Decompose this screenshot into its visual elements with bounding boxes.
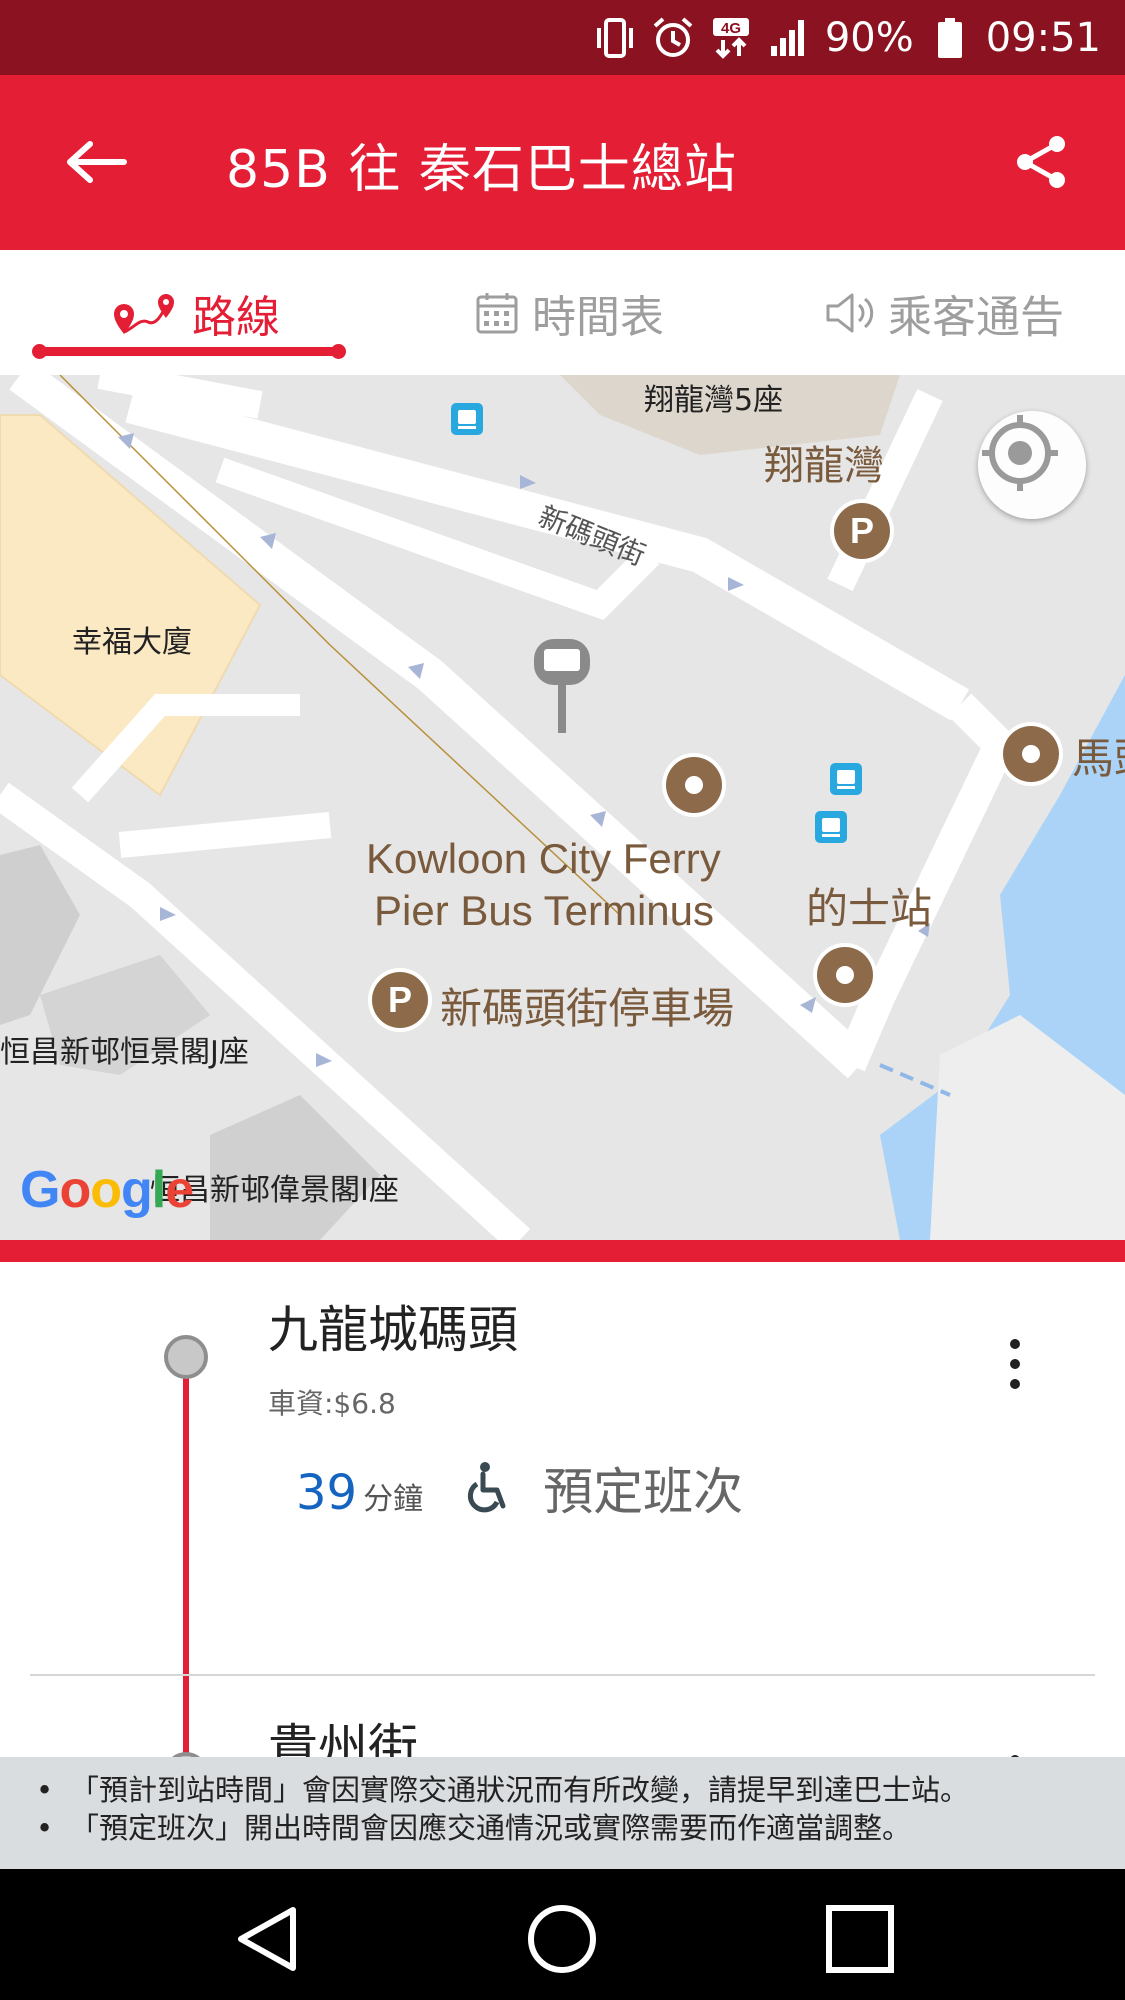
back-button[interactable]: [56, 127, 136, 197]
circle-home-icon: [528, 1905, 596, 1973]
nav-recents-button[interactable]: [820, 1899, 900, 1979]
more-dot-icon: [1010, 1379, 1020, 1389]
battery-icon: [928, 16, 972, 60]
my-location-button[interactable]: [978, 411, 1086, 519]
tab-notices-label: 乘客通告: [888, 291, 1064, 343]
google-logo: Google: [20, 1161, 194, 1219]
notice-line: • 「預計到站時間」會因實際交通狀況而有所改變，請提早到達巴士站。: [36, 1771, 1125, 1809]
bus-station-icon-3[interactable]: [815, 811, 847, 843]
route-timeline: [183, 1357, 189, 1757]
tab-indicator: [32, 344, 346, 359]
calendar-icon: [476, 292, 518, 333]
notice-bullet: •: [36, 1773, 54, 1807]
notice-line: • 「預定班次」開出時間會因應交通情況或實際需要而作適當調整。: [36, 1809, 1125, 1847]
square-recents-icon: [826, 1905, 894, 1973]
eta-minutes: 39: [296, 1465, 358, 1521]
more-dot-icon: [1010, 1359, 1020, 1369]
triangle-back-icon: [238, 1907, 296, 1971]
nav-home-button[interactable]: [522, 1899, 602, 1979]
speaker-icon: [826, 293, 874, 332]
tab-timetable[interactable]: 時間表: [474, 250, 664, 375]
parking-icon: P: [372, 972, 428, 1028]
poi-marker-east[interactable]: [999, 722, 1063, 786]
stop-name: 貴州街: [268, 1719, 418, 1757]
map-label-block5: 翔龍灣5座: [644, 383, 784, 418]
tab-notices[interactable]: 乘客通告: [824, 250, 1064, 375]
map-label-taxi: 的士站: [806, 884, 933, 933]
map-divider: [0, 1240, 1125, 1262]
more-dot-icon: [1010, 1339, 1020, 1349]
poi-marker-taxi[interactable]: [813, 943, 877, 1007]
parking-marker-carpark[interactable]: P: [368, 968, 432, 1032]
arrow-left-icon: [67, 141, 127, 183]
map-label-block-j: 恒昌新邨恒景閣J座: [0, 1035, 249, 1070]
stop-name: 九龍城碼頭: [268, 1301, 518, 1359]
eta-unit: 分鐘: [363, 1482, 424, 1517]
vibrate-icon: [593, 16, 637, 60]
notice-panel: • 「預計到站時間」會因實際交通狀況而有所改變，請提早到達巴士站。 • 「預定班次」…: [0, 1757, 1125, 1869]
network-label: 4G: [721, 20, 741, 37]
page-title: 85B 往 秦石巴士總站: [226, 140, 737, 200]
stop-fare: 車資:$6.8: [268, 1387, 396, 1420]
bus-stop-pin[interactable]: [534, 639, 590, 733]
notice-bullet: •: [36, 1811, 54, 1845]
notice-text: 「預定班次」開出時間會因應交通情況或實際需要而作適當調整。: [70, 1811, 912, 1845]
network-4g-icon: 4G: [709, 16, 753, 60]
more-options-button[interactable]: [990, 1740, 1040, 1757]
parking-marker-estate[interactable]: P: [830, 499, 894, 563]
map-label-terminus-2: Pier Bus Terminus: [374, 887, 715, 934]
poi-marker-terminus[interactable]: [662, 753, 726, 817]
tab-route-label: 路線: [192, 291, 280, 343]
crosshair-icon: [982, 415, 1058, 491]
tab-timetable-label: 時間表: [532, 291, 664, 343]
share-button[interactable]: [1001, 127, 1081, 197]
parking-icon: P: [834, 503, 890, 559]
map-label-edge: 馬頭: [1072, 734, 1125, 783]
route-pin-icon: [114, 293, 174, 334]
bus-station-icon-2[interactable]: [830, 763, 862, 795]
wheelchair-icon: [468, 1462, 506, 1513]
notice-text: 「預計到站時間」會因實際交通狀況而有所改變，請提早到達巴士站。: [70, 1773, 970, 1807]
signal-icon: [767, 16, 811, 60]
map-view[interactable]: P P 翔龍灣5座 翔龍灣 新碼頭街 幸福大廈 Kowloon City Fer…: [0, 375, 1125, 1240]
app-bar: 85B 往 秦石巴士總站: [0, 75, 1125, 250]
nav-back-button[interactable]: [226, 1899, 306, 1979]
system-nav-bar: [0, 1869, 1125, 2000]
map-label-carpark: 新碼頭街停車場: [440, 984, 735, 1033]
tab-route[interactable]: 路線: [110, 250, 280, 375]
alarm-icon: [651, 16, 695, 60]
map-label-estate: 翔龍灣: [764, 443, 884, 489]
map-label-terminus-1: Kowloon City Ferry: [366, 835, 721, 882]
status-bar: 4G 90% 09:51: [0, 0, 1125, 75]
clock: 09:51: [985, 14, 1101, 61]
share-icon: [1017, 136, 1065, 188]
stop-list[interactable]: 九龍城碼頭 車資:$6.8 39 分鐘 預定班次 貴州街: [0, 1262, 1125, 1757]
row-divider: [30, 1674, 1095, 1676]
bus-station-icon-1[interactable]: [451, 403, 483, 435]
battery-percent: 90%: [824, 14, 914, 61]
eta-row: 39 分鐘 預定班次: [296, 1452, 743, 1524]
eta-scheduled: 預定班次: [543, 1463, 744, 1521]
stop-dot: [164, 1335, 208, 1379]
tab-bar: 路線 時間表 乘客通告: [0, 250, 1125, 375]
more-options-button[interactable]: [990, 1324, 1040, 1404]
map-label-happy-building: 幸福大廈: [72, 625, 192, 660]
